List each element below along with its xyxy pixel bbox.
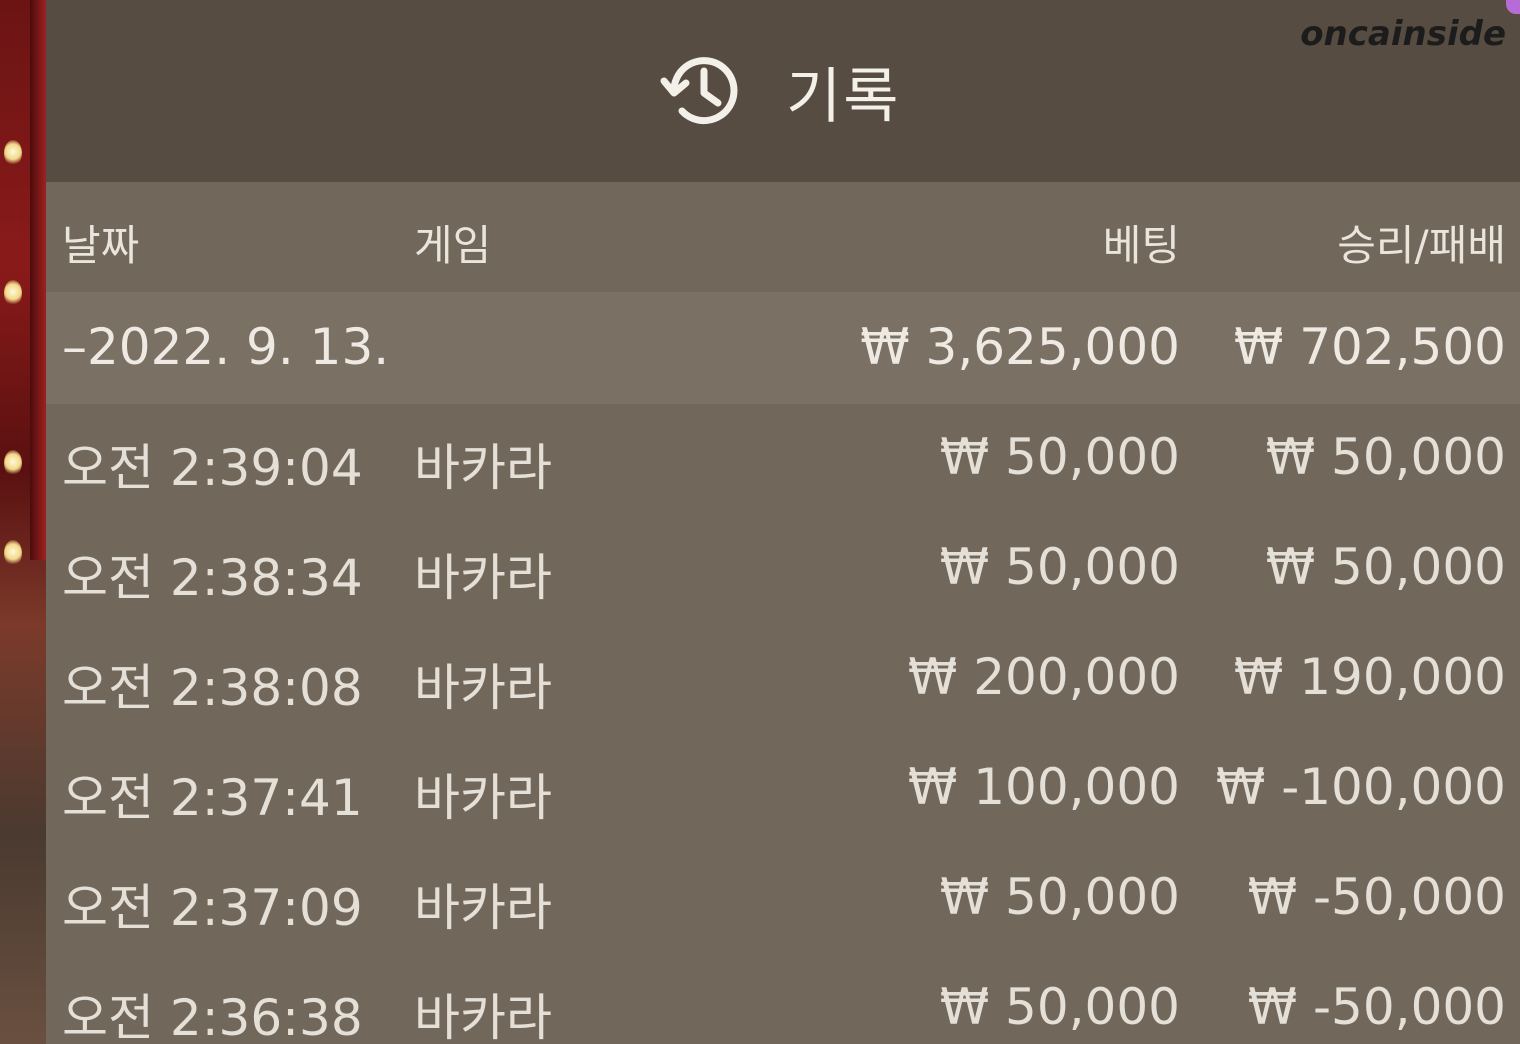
row-result: ₩ 50,000 [1265,538,1506,596]
row-time: 오전 2:39:04 [62,439,363,497]
row-game: 바카라 [414,549,552,607]
column-header-bet: 베팅 [1102,221,1180,270]
row-game: 바카라 [414,989,552,1044]
table-row[interactable]: 오전 2:39:04 바카라 ₩ 50,000 ₩ 50,000 [46,404,1520,514]
row-time: 오전 2:36:38 [62,989,363,1044]
light-bulb-decoration [4,450,22,476]
row-game: 바카라 [414,659,552,717]
table-row[interactable]: 오전 2:38:34 바카라 ₩ 50,000 ₩ 50,000 [46,514,1520,624]
row-time: 오전 2:37:09 [62,879,363,937]
row-bet: ₩ 50,000 [939,978,1180,1036]
row-time: 오전 2:38:08 [62,659,363,717]
table-row[interactable]: 오전 2:37:41 바카라 ₩ 100,000 ₩ -100,000 [46,734,1520,844]
history-table[interactable]: 날짜 게임 베팅 승리/패배 –2022. 9. 13. ₩ 3,625,000… [46,182,1520,1044]
date-summary-row[interactable]: –2022. 9. 13. ₩ 3,625,000 ₩ 702,500 [46,292,1520,404]
panel-header: 기록 oncainside [46,0,1520,182]
row-bet: ₩ 200,000 [907,648,1180,706]
row-bet: ₩ 50,000 [939,428,1180,486]
watermark-text: oncainside [1300,14,1506,54]
summary-result-total: ₩ 702,500 [1233,318,1506,376]
panel-title: 기록 [786,61,901,132]
row-game: 바카라 [414,879,552,937]
light-bulb-decoration [4,280,22,306]
history-icon [658,47,746,135]
row-game: 바카라 [414,769,552,827]
row-time: 오전 2:37:41 [62,769,363,827]
history-panel: 기록 oncainside 날짜 게임 베팅 승리/패배 –2022. 9. 1… [46,0,1520,1044]
row-bet: ₩ 100,000 [907,758,1180,816]
row-game: 바카라 [414,439,552,497]
row-result: ₩ -100,000 [1215,758,1506,816]
light-bulb-decoration [4,540,22,566]
row-result: ₩ -50,000 [1247,868,1506,926]
row-time: 오전 2:38:34 [62,549,363,607]
summary-bet-total: ₩ 3,625,000 [860,318,1180,376]
light-bulb-decoration [4,140,22,166]
row-bet: ₩ 50,000 [939,868,1180,926]
row-bet: ₩ 50,000 [939,538,1180,596]
row-result: ₩ -50,000 [1247,978,1506,1036]
column-header-result: 승리/패배 [1337,221,1506,270]
table-header-row: 날짜 게임 베팅 승리/패배 [46,182,1520,292]
panel-title-group: 기록 [658,46,900,136]
row-result: ₩ 50,000 [1265,428,1506,486]
table-row[interactable]: 오전 2:37:09 바카라 ₩ 50,000 ₩ -50,000 [46,844,1520,954]
column-header-date: 날짜 [62,221,140,270]
row-result: ₩ 190,000 [1233,648,1506,706]
app-stage: 기록 oncainside 날짜 게임 베팅 승리/패배 –2022. 9. 1… [0,0,1520,1044]
summary-date: –2022. 9. 13. [62,318,390,376]
column-header-game: 게임 [414,221,492,270]
table-row[interactable]: 오전 2:36:38 바카라 ₩ 50,000 ₩ -50,000 [46,954,1520,1044]
table-row[interactable]: 오전 2:38:08 바카라 ₩ 200,000 ₩ 190,000 [46,624,1520,734]
